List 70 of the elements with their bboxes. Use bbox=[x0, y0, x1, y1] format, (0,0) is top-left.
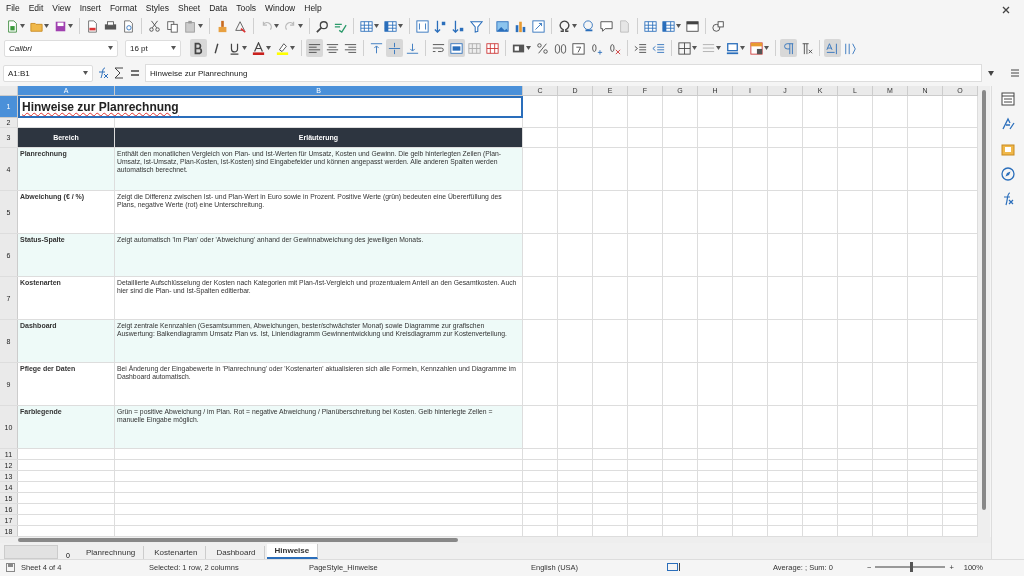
dropdown-arrow-icon[interactable] bbox=[740, 46, 745, 50]
scrollbar-thumb[interactable] bbox=[982, 90, 986, 510]
close-icon[interactable] bbox=[1002, 6, 1010, 14]
dropdown-arrow-icon[interactable] bbox=[20, 24, 25, 28]
menu-item[interactable]: Help bbox=[301, 3, 328, 13]
dropdown-arrow-icon[interactable] bbox=[716, 46, 721, 50]
dropdown-arrow-icon[interactable] bbox=[572, 24, 577, 28]
dropdown-arrow-icon[interactable] bbox=[83, 71, 88, 75]
name-box[interactable]: A1:B1 bbox=[3, 64, 93, 82]
underline-icon[interactable] bbox=[228, 41, 241, 55]
menu-item[interactable]: View bbox=[49, 3, 77, 13]
dropdown-arrow-icon[interactable] bbox=[242, 46, 247, 50]
menu-item[interactable]: Data bbox=[206, 3, 234, 13]
row-grid-icon[interactable] bbox=[360, 19, 373, 33]
dropdown-arrow-icon[interactable] bbox=[526, 46, 531, 50]
font-name-field[interactable]: Calibri bbox=[4, 39, 118, 57]
dropdown-arrow-icon[interactable] bbox=[692, 46, 697, 50]
highlight-icon[interactable] bbox=[276, 41, 289, 55]
menu-item[interactable]: Window bbox=[262, 3, 302, 13]
dropdown-arrow-icon[interactable] bbox=[274, 24, 279, 28]
functions-icon[interactable] bbox=[1001, 192, 1015, 206]
dropdown-arrow-icon[interactable] bbox=[171, 46, 176, 50]
navigator-icon[interactable] bbox=[1001, 167, 1015, 181]
font-size-field[interactable]: 16 pt bbox=[125, 39, 181, 57]
border-color-icon[interactable] bbox=[726, 41, 739, 55]
font-color-button[interactable] bbox=[250, 39, 273, 57]
menu-item[interactable]: File bbox=[3, 3, 26, 13]
expand-icon[interactable] bbox=[988, 70, 994, 76]
formula-input[interactable]: Hinweise zur Planrechnung bbox=[145, 64, 982, 82]
scrollbar-thumb[interactable] bbox=[18, 538, 458, 542]
menu-icon[interactable] bbox=[1010, 68, 1020, 78]
dropdown-arrow-icon[interactable] bbox=[374, 24, 379, 28]
menu-item[interactable]: Sheet bbox=[175, 3, 207, 13]
dropdown-arrow-icon[interactable] bbox=[290, 46, 295, 50]
dropdown-arrow-icon[interactable] bbox=[266, 46, 271, 50]
menu-item[interactable]: Tools bbox=[233, 3, 262, 13]
dropdown-arrow-icon[interactable] bbox=[298, 24, 303, 28]
menu-item[interactable]: Edit bbox=[25, 3, 50, 13]
new-document-icon[interactable] bbox=[6, 19, 19, 33]
omega-icon[interactable] bbox=[558, 19, 571, 33]
properties-icon[interactable] bbox=[1001, 92, 1015, 106]
sheet-tab[interactable]: Kostenarten bbox=[146, 546, 207, 559]
formula-icon[interactable] bbox=[129, 67, 141, 79]
table-icon[interactable] bbox=[662, 19, 675, 33]
borders-button[interactable] bbox=[676, 39, 699, 57]
dropdown-arrow-icon[interactable] bbox=[398, 24, 403, 28]
dropdown-arrow-icon[interactable] bbox=[676, 24, 681, 28]
styles-icon[interactable] bbox=[1001, 117, 1015, 131]
sheet-tab[interactable]: Dashboard bbox=[208, 546, 265, 559]
menu-item[interactable]: Styles bbox=[142, 3, 175, 13]
dropdown-arrow-icon[interactable] bbox=[68, 24, 73, 28]
conditional-button[interactable] bbox=[748, 39, 771, 57]
dropdown-arrow-icon[interactable] bbox=[44, 24, 49, 28]
font-color-icon[interactable] bbox=[252, 41, 265, 55]
save-status-icon bbox=[6, 562, 15, 572]
sheet-tab[interactable]: Planrechnung bbox=[77, 546, 145, 559]
menu-item[interactable]: Insert bbox=[76, 3, 107, 13]
borders-icon[interactable] bbox=[678, 41, 691, 55]
dropdown-arrow-icon[interactable] bbox=[198, 24, 203, 28]
sum-icon[interactable] bbox=[113, 67, 125, 79]
function-wizard-icon[interactable] bbox=[97, 67, 109, 79]
column-grid-icon[interactable] bbox=[384, 19, 397, 33]
menu-item[interactable]: Format bbox=[106, 3, 143, 13]
dropdown-arrow-icon[interactable] bbox=[764, 46, 769, 50]
sheet-title: Hinweise zur Planrechnung bbox=[18, 96, 523, 118]
selection-mode-icon bbox=[667, 563, 681, 571]
dropdown-arrow-icon[interactable] bbox=[108, 46, 113, 50]
save-icon[interactable] bbox=[54, 19, 67, 33]
conditional-icon[interactable] bbox=[750, 41, 763, 55]
sheet-tab[interactable]: Hinweise bbox=[266, 544, 319, 559]
